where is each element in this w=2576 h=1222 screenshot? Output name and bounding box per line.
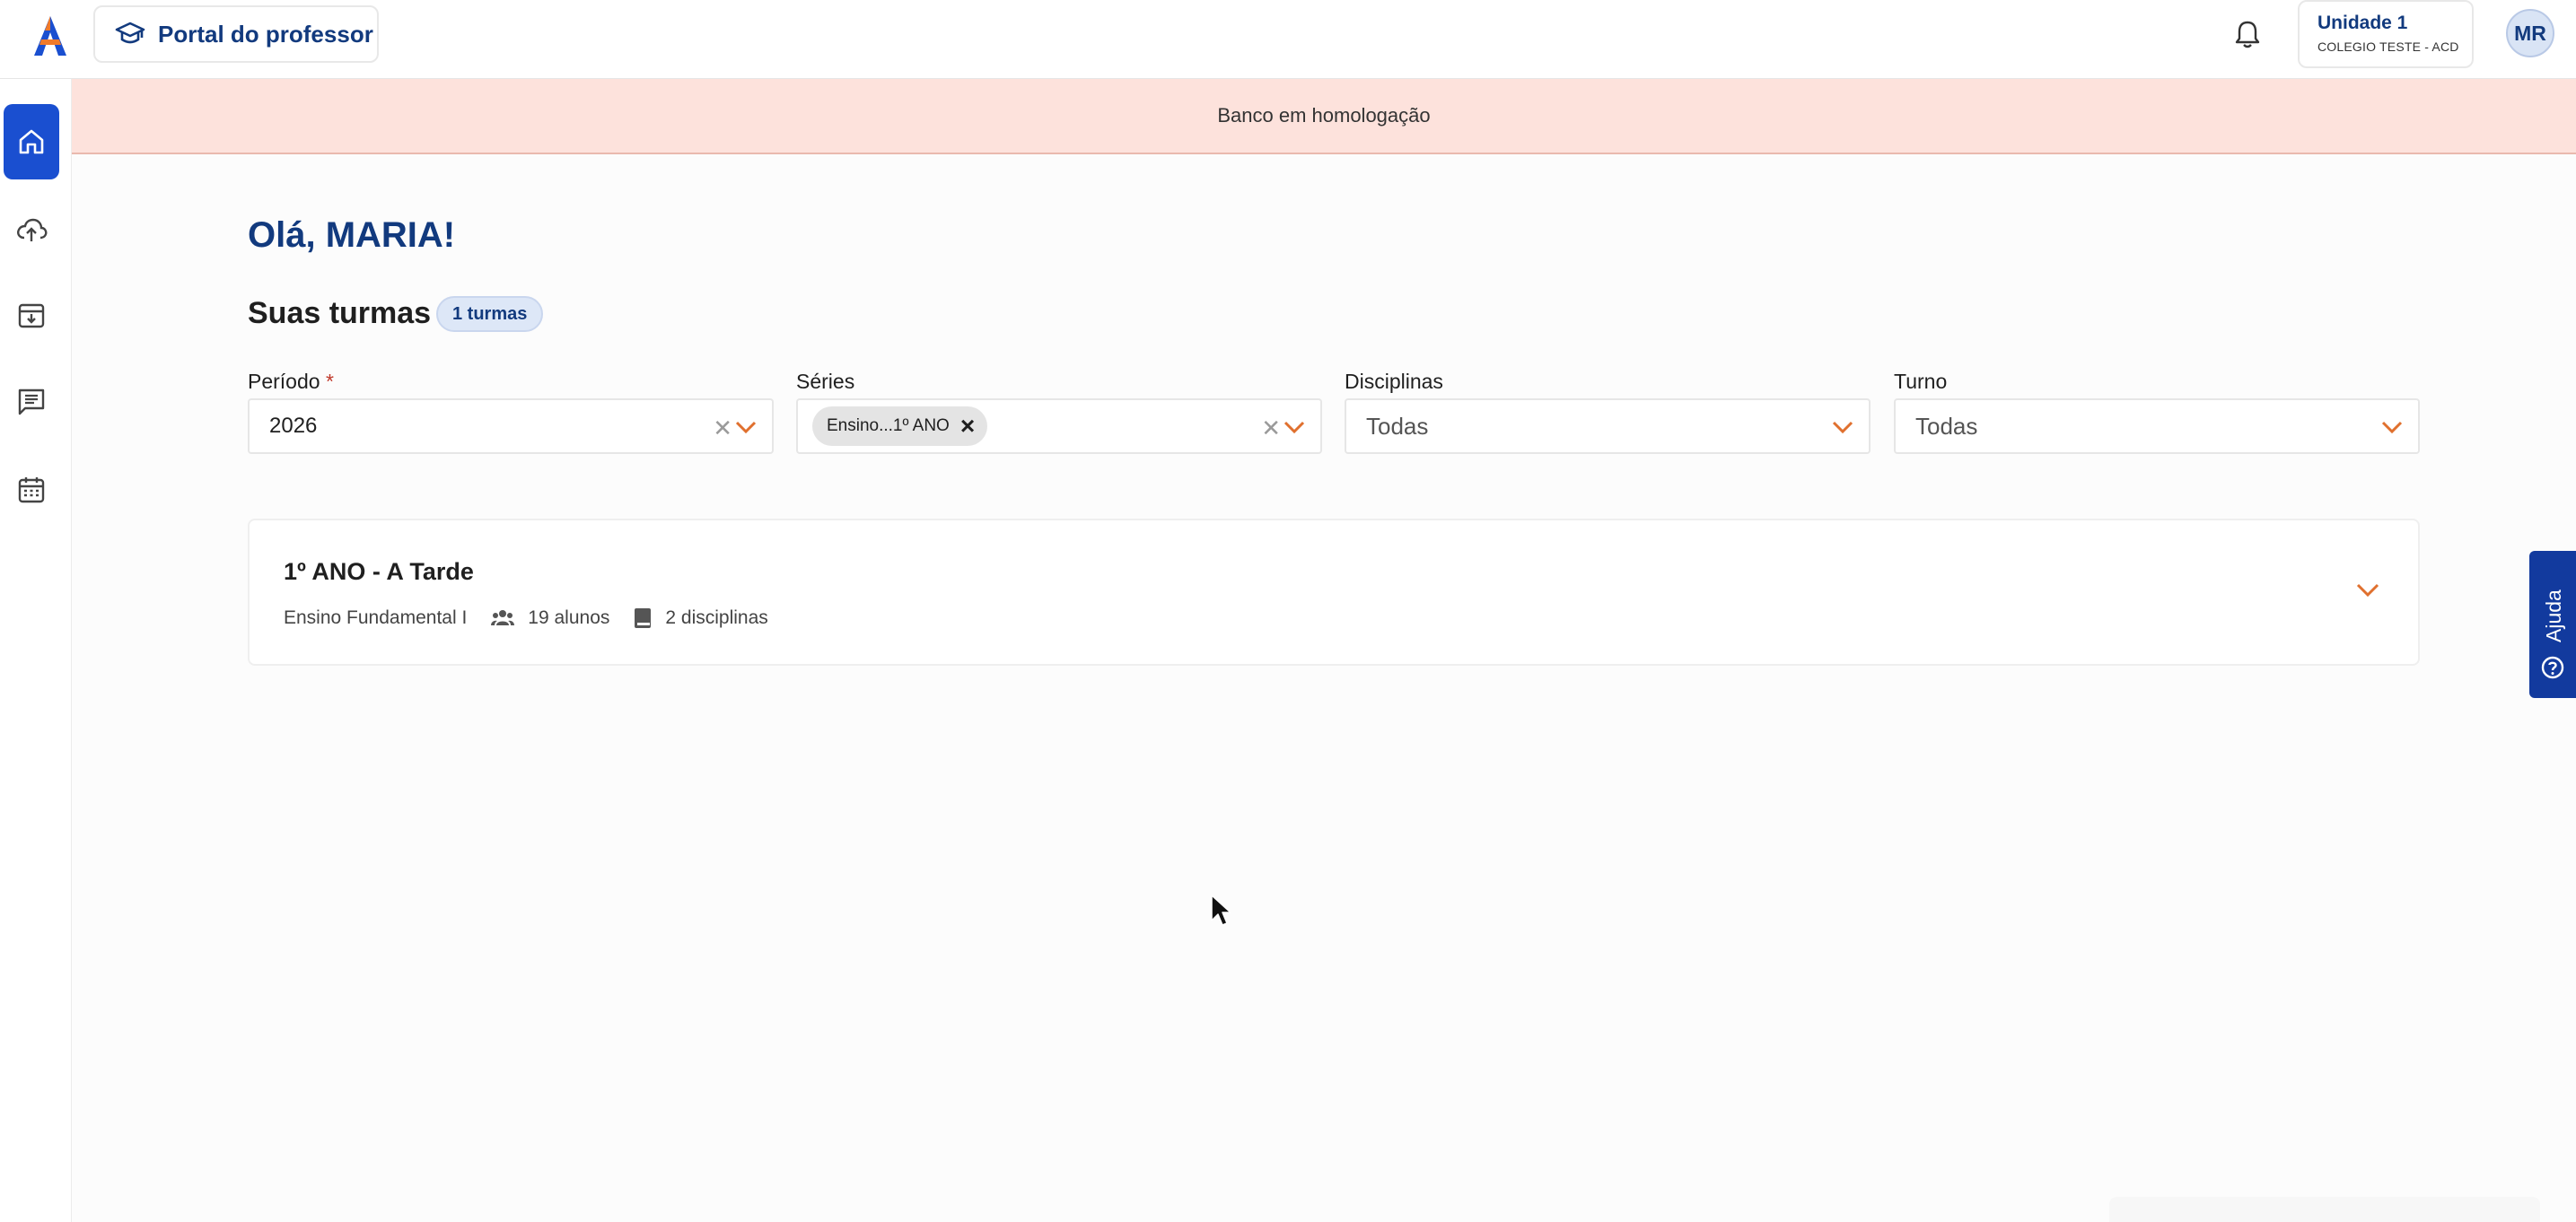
periodo-label: Período * xyxy=(248,370,334,393)
chevron-down-icon[interactable] xyxy=(1831,418,1854,436)
chevron-down-icon[interactable] xyxy=(1283,418,1306,436)
calendar-icon xyxy=(18,477,45,503)
required-mark: * xyxy=(325,370,334,393)
section-title: Suas turmas xyxy=(248,296,432,330)
app-logo-icon[interactable] xyxy=(27,13,74,59)
expand-chevron-icon[interactable] xyxy=(2355,580,2380,599)
mouse-cursor-icon xyxy=(1211,895,1231,926)
archive-download-icon xyxy=(18,303,45,328)
chevron-down-icon[interactable] xyxy=(734,418,758,436)
help-tab[interactable]: Ajuda xyxy=(2529,551,2576,698)
periodo-select[interactable]: 2026 ✕ xyxy=(248,398,774,454)
classes-count-badge: 1 turmas xyxy=(436,296,544,332)
class-subjects: 2 disciplinas xyxy=(665,607,768,628)
notification-bell-icon[interactable] xyxy=(2230,16,2265,52)
turno-label: Turno xyxy=(1894,370,1948,393)
help-circle-icon xyxy=(2541,656,2564,679)
chevron-down-icon[interactable] xyxy=(2380,418,2404,436)
graduation-cap-icon xyxy=(115,22,145,44)
disciplinas-label: Disciplinas xyxy=(1345,370,1443,393)
user-avatar[interactable]: MR xyxy=(2506,9,2554,57)
home-icon xyxy=(19,129,44,154)
sidebar-item-upload[interactable] xyxy=(4,192,59,267)
unit-school: COLEGIO TESTE - ACD xyxy=(2318,39,2459,54)
sidebar xyxy=(0,79,72,1222)
environment-banner: Banco em homologação xyxy=(72,79,2576,154)
bottom-widget xyxy=(2109,1197,2540,1222)
help-label: Ajuda xyxy=(2542,589,2565,642)
sidebar-item-calendar[interactable] xyxy=(4,452,59,528)
class-level: Ensino Fundamental I xyxy=(284,607,468,628)
class-title: 1º ANO - A Tarde xyxy=(284,558,474,585)
unit-name: Unidade 1 xyxy=(2318,13,2408,33)
periodo-value: 2026 xyxy=(269,414,318,438)
portal-professor-button[interactable]: Portal do professor xyxy=(93,5,379,63)
class-card[interactable]: 1º ANO - A Tarde Ensino Fundamental I 19… xyxy=(248,519,2420,666)
top-bar: Portal do professor Unidade 1 COLEGIO TE… xyxy=(0,0,2576,79)
clear-icon[interactable]: ✕ xyxy=(713,415,732,442)
book-icon xyxy=(633,607,653,630)
chip-remove-icon[interactable]: × xyxy=(960,414,975,439)
clear-icon[interactable]: ✕ xyxy=(1261,415,1281,442)
sidebar-item-messages[interactable] xyxy=(4,364,59,440)
students-icon xyxy=(490,608,515,628)
cloud-upload-icon xyxy=(17,218,48,241)
unit-selector[interactable]: Unidade 1 COLEGIO TESTE - ACD xyxy=(2298,0,2474,68)
greeting-title: Olá, MARIA! xyxy=(248,215,456,255)
sidebar-item-home[interactable] xyxy=(4,104,59,179)
series-label: Séries xyxy=(796,370,855,393)
class-students: 19 alunos xyxy=(528,607,610,628)
disciplinas-select[interactable]: Todas xyxy=(1345,398,1871,454)
turno-value: Todas xyxy=(1915,412,1978,440)
series-select[interactable]: Ensino...1º ANO × ✕ xyxy=(796,398,1322,454)
series-chip-label: Ensino...1º ANO xyxy=(827,416,950,435)
portal-label: Portal do professor xyxy=(158,20,373,48)
disciplinas-value: Todas xyxy=(1366,412,1429,440)
class-meta: Ensino Fundamental I 19 alunos 2 discipl… xyxy=(284,607,768,630)
message-list-icon xyxy=(18,388,45,415)
turno-select[interactable]: Todas xyxy=(1894,398,2420,454)
series-chip[interactable]: Ensino...1º ANO × xyxy=(812,406,988,446)
sidebar-item-downloads[interactable] xyxy=(4,278,59,354)
